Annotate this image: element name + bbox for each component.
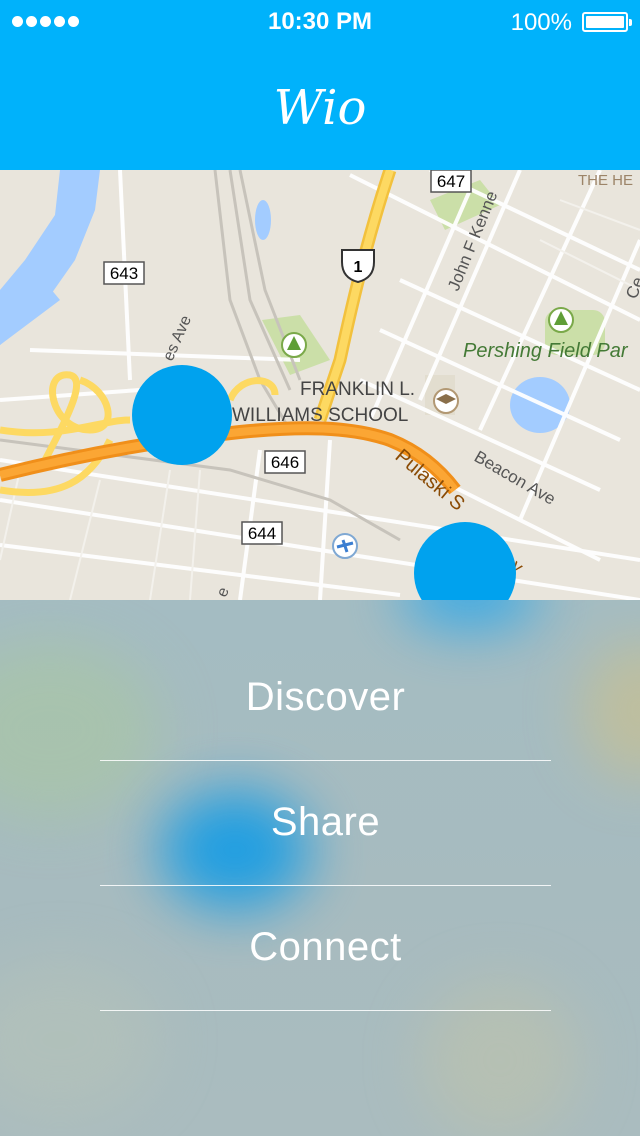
map-canvas: 1 647 643 646 644 FRANKLIN L. WILLIAMS S…	[0, 170, 640, 600]
pond	[255, 200, 271, 240]
school-label-line2: WILLIAMS SCHOOL	[232, 405, 408, 426]
blur-blob	[580, 640, 640, 780]
svg-text:643: 643	[110, 264, 138, 283]
park-icon	[281, 332, 307, 358]
svg-text:646: 646	[271, 453, 299, 472]
share-label: Share	[270, 800, 381, 844]
us-route-shield: 1	[341, 249, 375, 284]
share-button[interactable]: Share	[100, 760, 551, 886]
discover-button[interactable]: Discover	[100, 635, 551, 761]
location-marker[interactable]	[132, 365, 232, 465]
discover-label: Discover	[245, 675, 406, 719]
school-icon	[433, 388, 459, 414]
battery-icon	[582, 12, 632, 32]
battery-percent: 100%	[510, 9, 572, 36]
status-bar: 10:30 PM 100%	[0, 0, 640, 44]
road-box-643: 643	[103, 261, 145, 285]
park-icon	[548, 307, 574, 333]
us-route-number: 1	[354, 259, 363, 276]
menu-panel: Discover Share Connect	[0, 600, 640, 1136]
area-label: THE HE	[578, 172, 633, 189]
app-title: Wio	[273, 80, 367, 136]
connect-label: Connect	[249, 925, 402, 969]
app-header: 10:30 PM 100% Wio	[0, 0, 640, 170]
map-view[interactable]: 1 647 643 646 644 FRANKLIN L. WILLIAMS S…	[0, 170, 640, 600]
airport-icon	[332, 533, 358, 559]
road-box-647: 647	[430, 170, 472, 193]
svg-text:644: 644	[248, 524, 276, 543]
svg-text:647: 647	[437, 172, 465, 191]
blur-blob	[400, 600, 540, 630]
school-label-line1: FRANKLIN L.	[300, 379, 415, 400]
park-label: Pershing Field Par	[463, 340, 629, 362]
connect-button[interactable]: Connect	[100, 885, 551, 1011]
road-box-646: 646	[264, 450, 306, 474]
road-box-644: 644	[241, 521, 283, 545]
